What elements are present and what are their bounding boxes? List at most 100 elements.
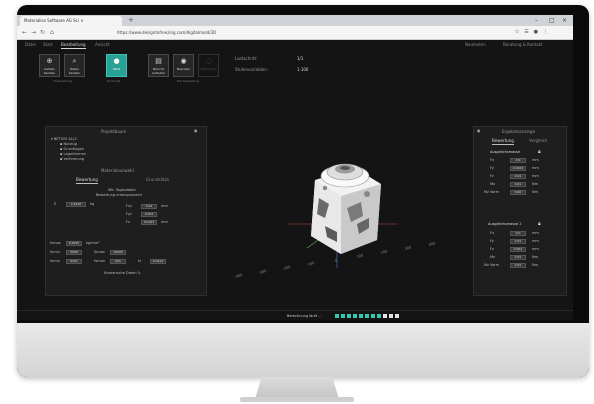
- lock-icon[interactable]: 🔒︎: [538, 149, 541, 155]
- result-field[interactable]: 0.01: [510, 255, 526, 260]
- tab-comparison[interactable]: Vergleich: [529, 138, 547, 144]
- url-field[interactable]: https://www.designtofreezing.com/digital…: [117, 28, 497, 37]
- field-label: fxmax: [94, 259, 105, 263]
- reload-icon[interactable]: ↻: [40, 28, 45, 37]
- status-bar: Berechnung läuft ...: [17, 310, 573, 320]
- progress-segment: [377, 314, 381, 318]
- menu-bar: Datei Start Bearbeitung Ansicht Neuheite…: [17, 40, 573, 49]
- result-field[interactable]: 0.00: [510, 190, 526, 195]
- value-field[interactable]: 0000: [66, 250, 82, 255]
- menu-item[interactable]: Start: [43, 41, 53, 48]
- section-title: Ausgleichsmasse: [490, 150, 521, 154]
- forward-icon[interactable]: →: [31, 28, 36, 37]
- result-label: Fx: [490, 231, 495, 235]
- unit-label: Nm: [532, 190, 539, 194]
- 3d-viewport[interactable]: -400 -300 -200 -100 0 100 200 300 400: [207, 128, 479, 318]
- tree-item-label: Lagerformen: [63, 152, 86, 156]
- group-label: Kontrolle: [107, 79, 121, 83]
- progress-segment: [395, 314, 399, 318]
- data-send-button[interactable]: ⌕ Daten Senden: [64, 54, 85, 77]
- tab-principles[interactable]: Grundsätze: [146, 177, 169, 183]
- address-bar: ← → ↻ ⌂ https://www.designtofreezing.com…: [17, 26, 573, 40]
- value-field[interactable]: 001: [110, 259, 126, 264]
- minimize-icon[interactable]: –: [535, 15, 538, 26]
- result-field[interactable]: 0.01: [510, 174, 526, 179]
- unit-label: mm: [532, 247, 539, 251]
- 3d-part-model[interactable]: [311, 163, 381, 254]
- menu-item[interactable]: Ansicht: [95, 41, 110, 48]
- result-field[interactable]: 0.01: [510, 263, 526, 268]
- group-label: Nachbereitung: [177, 79, 200, 83]
- prop-field[interactable]: 10.001: [141, 220, 157, 225]
- browser-toolbar-icons[interactable]: ✩☰●⋮: [515, 28, 553, 37]
- home-icon[interactable]: ⌂: [50, 28, 54, 37]
- result-field[interactable]: 0.0100: [510, 166, 526, 171]
- value-field[interactable]: 4.01e2: [150, 259, 166, 264]
- value-field[interactable]: 2.41e5: [66, 202, 86, 207]
- result-label: Mz Vorm: [484, 263, 500, 267]
- stop-button[interactable]: ◉ Beenden: [173, 54, 194, 77]
- value-field[interactable]: 0.0025: [66, 241, 82, 246]
- result-label: Mx: [490, 182, 496, 186]
- collapse-icon[interactable]: ▣: [477, 129, 480, 134]
- new-tab-button[interactable]: +: [128, 15, 134, 26]
- value-field[interactable]: 10000: [110, 250, 126, 255]
- maximize-icon[interactable]: □: [549, 15, 555, 26]
- unit-label: mm: [532, 239, 539, 243]
- document-icon: ▤: [155, 57, 162, 65]
- variable-value: 1.100: [297, 67, 309, 72]
- menu-item[interactable]: Datei: [25, 41, 36, 48]
- tree-item[interactable]: ▪ Verformung: [60, 157, 84, 162]
- unit-label: Nm: [532, 263, 539, 267]
- tab-evaluation[interactable]: Bewertung: [492, 138, 514, 145]
- numeric-data-link[interactable]: Numerische Daten ↻: [104, 271, 141, 276]
- result-field[interactable]: 0.01: [510, 239, 526, 244]
- menu-item[interactable]: Bearbeitung: [61, 41, 86, 49]
- result-label: Fy: [490, 166, 494, 170]
- tree-item-label: Grundlagen: [63, 147, 85, 151]
- collapse-icon[interactable]: ▣: [194, 129, 197, 134]
- unit-label: mm: [161, 220, 168, 224]
- monitor-stand: [255, 377, 339, 399]
- search-icon: ⌕: [72, 57, 77, 65]
- result-field[interactable]: 0.001: [510, 247, 526, 252]
- result-label: Fy: [490, 239, 494, 243]
- news-link[interactable]: Neuheiten: [465, 41, 486, 48]
- axis-tick-label: 100: [356, 253, 363, 259]
- close-icon[interactable]: ×: [562, 15, 567, 26]
- tab-evaluation[interactable]: Bewertung: [76, 177, 98, 184]
- zoom-in-icon: ⊕: [46, 57, 53, 65]
- progress-segment: [383, 314, 387, 318]
- result-field[interactable]: 0.0: [510, 231, 526, 236]
- project-tree-title: Projektbaum: [101, 129, 127, 134]
- right-panel: Ergebnisanzeige ▣ Bewertung Vergleich Au…: [473, 126, 567, 296]
- prop-field[interactable]: 0.01: [141, 204, 157, 209]
- result-label: Fz: [490, 247, 494, 251]
- result-field[interactable]: 0.01: [510, 182, 526, 187]
- monitor-chin: [17, 323, 589, 377]
- contact-link[interactable]: Beratung & Kontakt: [503, 41, 542, 48]
- progress-segment: [389, 314, 393, 318]
- tree-item-label: Nutzlug: [63, 142, 77, 146]
- report-button[interactable]: ▤ Bericht Aufrufen: [148, 54, 169, 77]
- start-button[interactable]: ● Start: [106, 54, 127, 77]
- field-label: fymax: [94, 250, 105, 254]
- value-field[interactable]: 0x01: [66, 259, 82, 264]
- result-field[interactable]: 0.0: [510, 158, 526, 163]
- back-icon[interactable]: ←: [22, 28, 27, 37]
- result-label: Fx: [490, 158, 495, 162]
- variable-label: Stufenvariablen:: [235, 67, 269, 72]
- field-label: fxmin: [50, 259, 60, 263]
- lock-icon[interactable]: 🔒︎: [538, 221, 541, 227]
- details-send-button[interactable]: ⊕ Details Senden: [39, 54, 60, 77]
- cancel-button[interactable]: ◌ Abbrechen: [198, 54, 219, 77]
- axis-tick-label: -300: [258, 269, 267, 275]
- prop-field[interactable]: 0.001: [141, 212, 157, 217]
- unit-label: kg/mm²: [86, 241, 100, 245]
- progress-segment: [371, 314, 375, 318]
- step-value: 1/1: [297, 56, 304, 61]
- browser-tab[interactable]: Materialise Software AG Sci ×: [20, 16, 122, 26]
- progress-segment: [335, 314, 339, 318]
- axis-tick-label: -200: [282, 265, 291, 271]
- field-label: fymin: [50, 250, 60, 254]
